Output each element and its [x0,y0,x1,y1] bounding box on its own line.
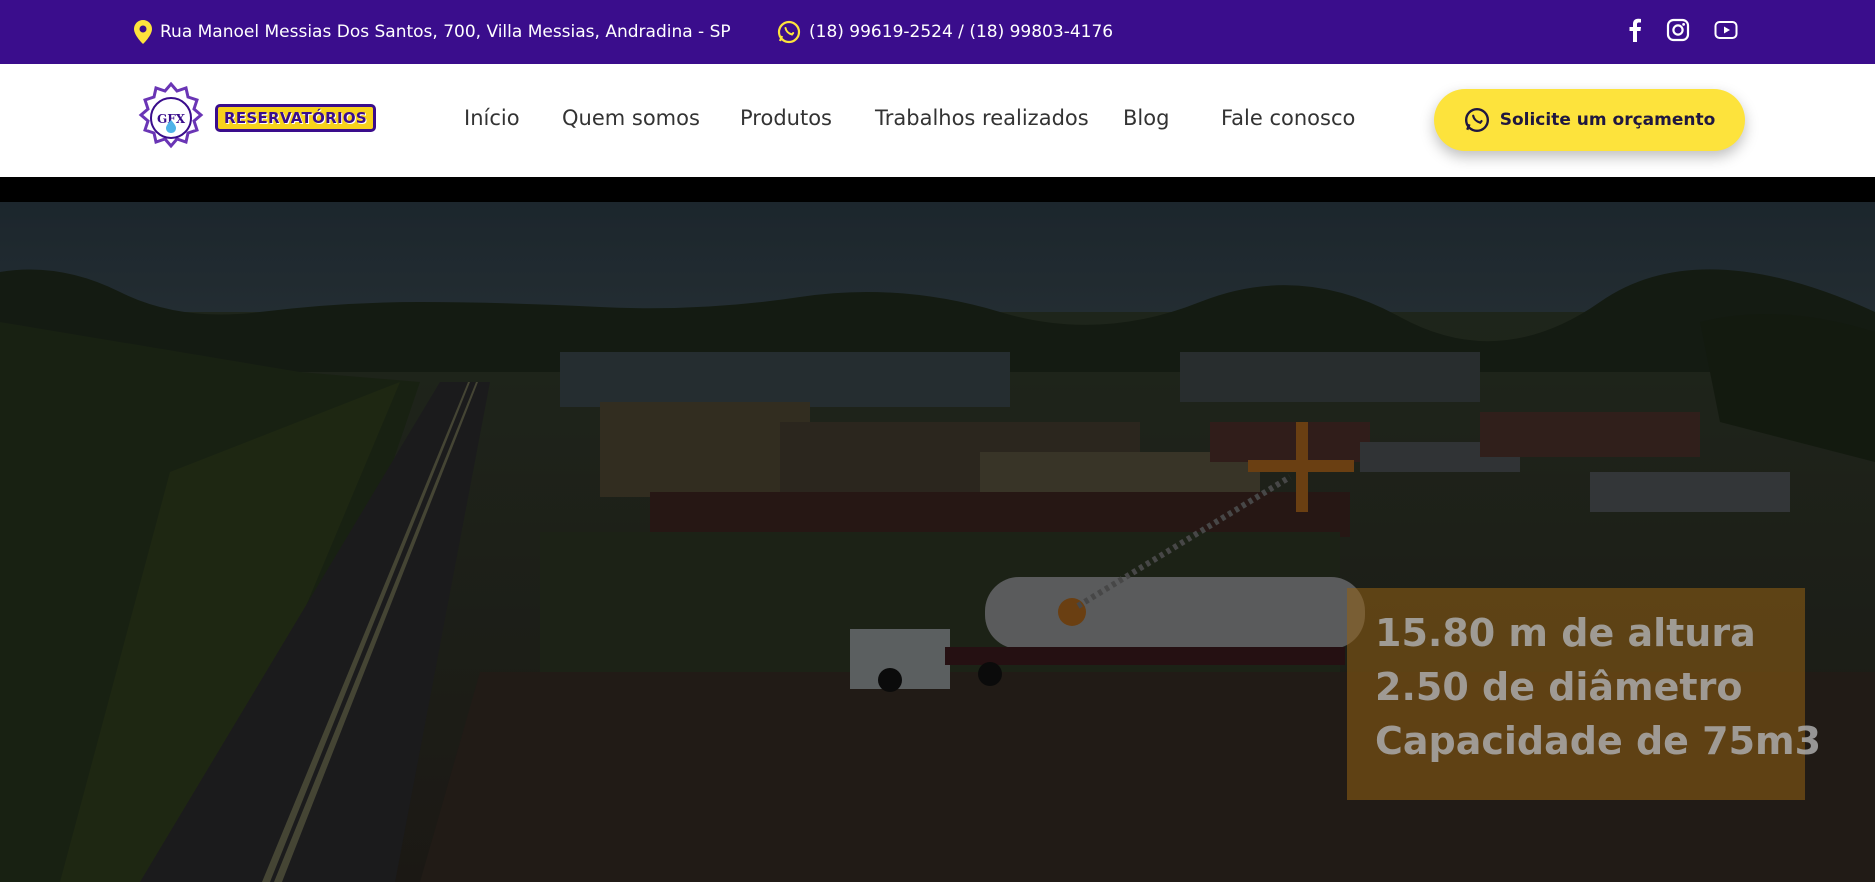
address-text: Rua Manoel Messias Dos Santos, 700, Vill… [160,22,731,42]
address-block: Rua Manoel Messias Dos Santos, 700, Vill… [134,20,731,44]
spec-capacity: Capacidade de 75m3 [1375,719,1822,763]
tank-spec-overlay: 15.80 m de altura 2.50 de diâmetro Capac… [1347,588,1822,800]
youtube-icon[interactable] [1714,20,1738,40]
whatsapp-icon [1464,107,1490,133]
social-links [1628,18,1738,42]
phone-block[interactable]: (18) 99619-2524 / (18) 99803-4176 [777,20,1113,44]
request-quote-button[interactable]: Solicite um orçamento [1434,89,1745,151]
nav-item-blog[interactable]: Blog [1123,106,1169,130]
hero-banner: 15.80 m de altura 2.50 de diâmetro Capac… [0,202,1875,882]
facebook-icon[interactable] [1628,18,1642,42]
phone-numbers[interactable]: (18) 99619-2524 / (18) 99803-4176 [809,22,1113,42]
request-quote-label: Solicite um orçamento [1499,110,1716,130]
gear-emblem-icon: GFX [133,80,209,156]
nav-item-trabalhos-realizados[interactable]: Trabalhos realizados [875,106,1089,130]
spec-height: 15.80 m de altura [1375,611,1756,655]
nav-item-inicio[interactable]: Início [464,106,520,130]
instagram-icon[interactable] [1666,18,1690,42]
site-logo[interactable]: GFX RESERVATÓRIOS [133,80,377,156]
nav-item-produtos[interactable]: Produtos [740,106,832,130]
map-pin-icon [134,20,152,44]
nav-item-quem-somos[interactable]: Quem somos [562,106,700,130]
hero-top-band [0,177,1875,202]
logo-wordmark: RESERVATÓRIOS [215,104,377,132]
whatsapp-icon [777,20,801,44]
spec-diameter: 2.50 de diâmetro [1375,665,1743,709]
nav-item-fale-conosco[interactable]: Fale conosco [1221,106,1355,130]
top-bar: Rua Manoel Messias Dos Santos, 700, Vill… [0,0,1875,64]
